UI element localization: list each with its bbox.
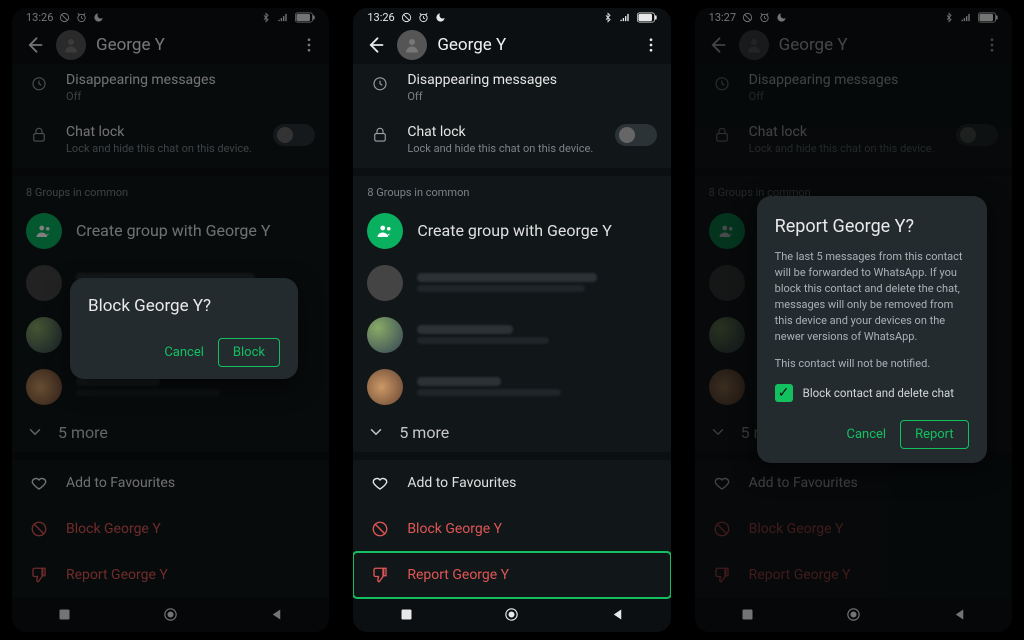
heart-icon [371,474,389,492]
report-dialog-body: The last 5 messages from this contact wi… [775,249,969,345]
overflow-icon[interactable] [639,33,663,57]
report-contact-row[interactable]: Report George Y [353,552,670,598]
report-dialog-title: Report George Y? [775,216,969,237]
nav-home[interactable] [502,605,522,625]
disappearing-messages-row[interactable]: Disappearing messages Off [353,64,670,116]
report-button[interactable]: Report [900,420,969,449]
screen-report-dialog: 13:27 George Y [695,8,1012,632]
chat-lock-toggle[interactable] [615,124,657,146]
block-icon [371,520,389,538]
group-avatar [367,317,403,353]
list-item[interactable] [353,361,670,413]
group-avatar [367,265,403,301]
chatlock-sub: Lock and hide this chat on this device. [407,142,600,155]
add-favourites-row[interactable]: Add to Favourites [353,460,670,506]
nav-back[interactable] [608,605,628,625]
lock-icon [371,126,389,144]
timer-icon [371,74,389,92]
chevron-down-icon [367,423,385,441]
block-contact-row[interactable]: Block George Y [353,506,670,552]
android-navbar [353,598,670,632]
chat-header: George Y [353,27,670,64]
battery-icon [637,12,657,23]
statusbar: 13:26 [353,8,670,27]
create-group-icon [367,213,403,249]
report-label: Report George Y [407,567,509,583]
checkbox-label: Block contact and delete chat [803,386,954,400]
back-icon[interactable] [363,33,387,57]
status-time: 13:26 [367,11,394,24]
alarm-icon [418,12,429,23]
more-groups-row[interactable]: 5 more [353,413,670,452]
dnd-icon [401,12,412,23]
list-item[interactable] [353,257,670,309]
contact-avatar[interactable] [397,30,427,60]
list-item[interactable] [353,309,670,361]
chat-lock-row[interactable]: Chat lock Lock and hide this chat on thi… [353,116,670,168]
report-dialog-body2: This contact will not be notified. [775,357,969,370]
block-button[interactable]: Block [218,338,280,367]
groups-header: 8 Groups in common [353,176,670,205]
screen-report-highlight: 13:26 George Y [353,8,670,632]
block-dialog: Block George Y? Cancel Block [70,278,298,379]
chatlock-title: Chat lock [407,124,600,140]
report-dialog: Report George Y? The last 5 messages fro… [757,196,987,463]
contact-name[interactable]: George Y [437,35,628,55]
cancel-button[interactable]: Cancel [846,427,886,442]
disappearing-sub: Off [407,90,656,103]
group-avatar [367,369,403,405]
thumbs-down-icon [371,566,389,584]
signal-icon [619,12,631,23]
moon-icon [435,12,446,23]
create-group-row[interactable]: Create group with George Y [353,205,670,257]
block-label: Block George Y [407,521,502,537]
screen-block-dialog: 13:26 George Y [12,8,329,632]
checkbox-checked-icon[interactable]: ✓ [775,384,793,402]
block-delete-checkbox-row[interactable]: ✓ Block contact and delete chat [775,384,969,402]
more-label: 5 more [399,423,449,442]
disappearing-title: Disappearing messages [407,72,656,88]
bluetooth-icon [603,12,613,23]
block-dialog-title: Block George Y? [88,296,280,316]
fav-label: Add to Favourites [407,475,516,491]
nav-recents[interactable] [396,605,416,625]
cancel-button[interactable]: Cancel [164,345,204,360]
create-group-label: Create group with George Y [417,221,611,240]
